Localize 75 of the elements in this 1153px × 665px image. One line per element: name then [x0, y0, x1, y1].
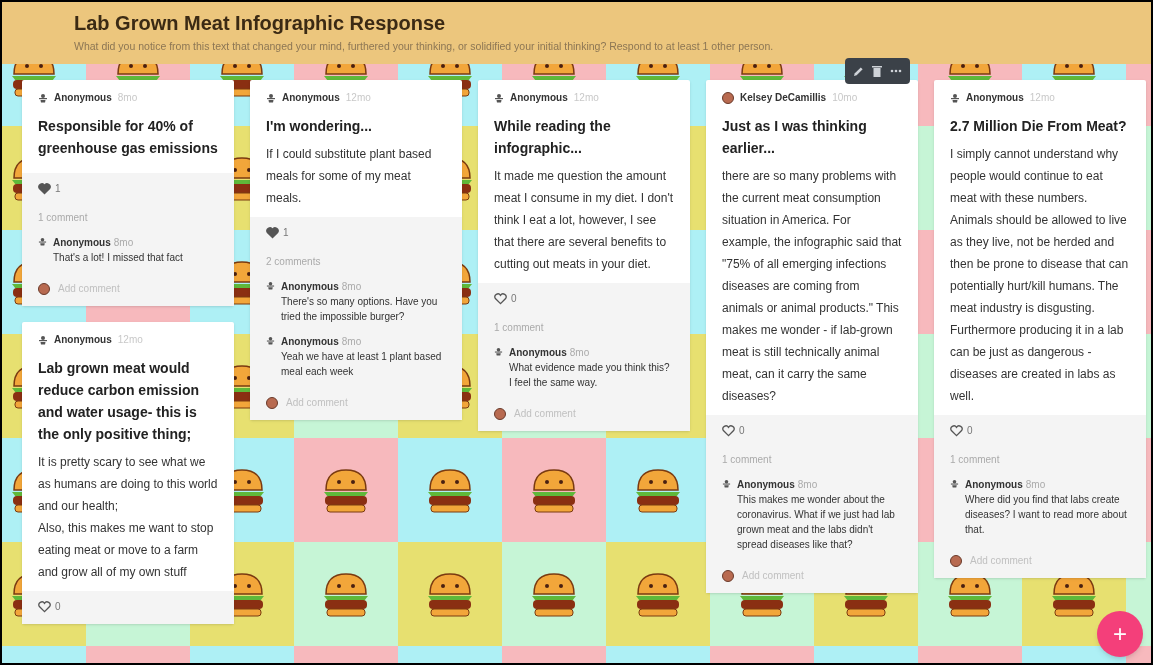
heart-outline-icon[interactable] — [38, 600, 51, 613]
anonymous-avatar-icon — [266, 336, 275, 345]
heart-filled-icon[interactable] — [266, 226, 279, 239]
comment-time: 8mo — [569, 346, 590, 360]
like-count: 0 — [511, 292, 517, 306]
comment-text: This makes me wonder about the coronavirus. What if we just had lab grown meat and the labs didn't spread diseases like that? — [737, 493, 896, 552]
post-title: Just as I was thinking earlier... — [722, 117, 868, 158]
post-body: Also, this makes me want to stop eating meat or move to a farm and grow all of my own stuff — [38, 520, 215, 581]
heart-filled-icon[interactable] — [38, 182, 51, 195]
author-name: Anonymous — [966, 91, 1024, 105]
post-title: I'm wondering... — [266, 117, 373, 136]
heart-outline-icon[interactable] — [722, 424, 735, 437]
like-count: 0 — [967, 424, 973, 438]
avatar-photo — [38, 282, 50, 295]
more-icon[interactable] — [890, 69, 902, 73]
anonymous-avatar-icon — [266, 92, 276, 103]
comment-author: Anonymous — [281, 280, 339, 294]
comment-text: That's a lot! I missed that fact — [53, 251, 183, 265]
like-count: 1 — [55, 182, 61, 196]
post-title: 2.7 Million Die From Meat? — [950, 117, 1128, 136]
comment-time: 8mo — [797, 478, 818, 492]
anonymous-avatar-icon — [494, 92, 504, 103]
comment-text: Where did you find that labs create diseases? I want to read more about that. — [965, 493, 1128, 537]
comment-time: 8mo — [341, 335, 362, 349]
comment-time: 8mo — [341, 280, 362, 294]
comment-author: Anonymous — [737, 478, 795, 492]
comment-author: Anonymous — [281, 335, 339, 349]
avatar-photo — [722, 569, 734, 582]
post-title: Lab grown meat would reduce carbon emission and water usage- this is the only positive thing; — [38, 359, 201, 444]
comment-text: There's so many options. Have you tried the impossible burger? — [281, 295, 439, 324]
heart-outline-icon[interactable] — [950, 424, 963, 437]
board-description: What did you notice from this text that changed your mind, furthered your thinking, or solidified your initial thinking? Respond to at least 1 other person. — [74, 39, 775, 54]
comment-count: 1 comment — [494, 321, 545, 335]
author-name: Anonymous — [510, 91, 568, 105]
avatar-photo — [950, 554, 962, 567]
comment-count: 1 comment — [722, 453, 773, 467]
board-title: Lab Grown Meat Infographic Response — [74, 11, 447, 36]
post-body: If I could substitute plant based meals for some of my meat meals. — [266, 146, 433, 207]
comment-author: Anonymous — [509, 346, 567, 360]
post-title: Responsible for 40% of greenhouse gas emissions — [38, 117, 218, 158]
post-body: I simply cannot understand why people would continue to eat meat with these numbers. Animals should be allowed to live as they live, not be herded and then be prone to disease that can potentially hurt/kill humans. The meat industry is disgusting. Furthermore producing it in a lab can be just as dangerous - diseases are created in labs as well. — [950, 146, 1130, 405]
post-body: It made me question the amount meat I consume in my diet. I don't think I eat a lot, however, I see that there are several benefits to cutting out meats in your diet. — [494, 168, 674, 273]
avatar-photo — [722, 91, 734, 104]
anonymous-avatar-icon — [950, 479, 959, 488]
edit-icon[interactable] — [853, 65, 864, 77]
comment-text: What evidence made you think this? I feel the same way. — [509, 361, 671, 390]
anonymous-avatar-icon — [722, 479, 731, 488]
like-count: 0 — [739, 424, 745, 438]
comment-time: 8mo — [1025, 478, 1046, 492]
author-name: Anonymous — [282, 91, 340, 105]
post-body: there are so many problems with the current meat consumption situation in America. For example, the infographic said that "75% of all emerging infections diseases are coming from animals or animal products." This makes me wonder - if lab-grown meat is still technically animal meat, can it carry the same diseases? — [722, 168, 902, 405]
avatar-photo — [494, 407, 506, 420]
anonymous-avatar-icon — [950, 92, 960, 103]
post-body: It is pretty scary to see what we as humans are doing to this world and our health; — [38, 454, 218, 515]
comment-count: 2 comments — [266, 255, 322, 269]
like-count: 1 — [283, 226, 289, 240]
comment-count: 1 comment — [38, 211, 89, 225]
comment-count: 1 comment — [950, 453, 1001, 467]
anonymous-avatar-icon — [38, 92, 48, 103]
comment-author: Anonymous — [53, 236, 111, 250]
anonymous-avatar-icon — [494, 347, 503, 356]
comment-text: Yeah we have at least 1 plant based meal each week — [281, 350, 443, 379]
author-name: Anonymous — [54, 91, 112, 105]
comment-author: Anonymous — [965, 478, 1023, 492]
avatar-photo — [266, 396, 278, 409]
like-count: 0 — [55, 600, 61, 614]
heart-outline-icon[interactable] — [494, 292, 507, 305]
author-name: Anonymous — [54, 333, 112, 347]
trash-icon[interactable] — [872, 65, 882, 77]
post-title: While reading the infographic... — [494, 117, 612, 158]
author-name: Kelsey DeCamillis — [740, 91, 827, 105]
comment-time: 8mo — [113, 236, 134, 250]
anonymous-avatar-icon — [38, 237, 47, 246]
anonymous-avatar-icon — [266, 281, 275, 290]
anonymous-avatar-icon — [38, 334, 48, 345]
